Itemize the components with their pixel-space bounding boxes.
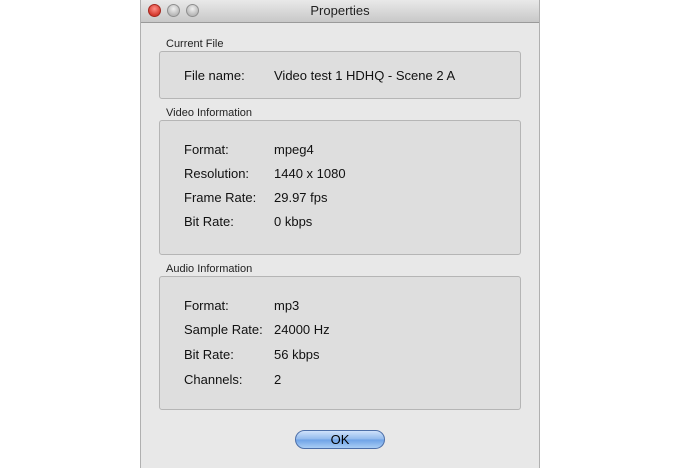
properties-window: Properties Current File File name: Video … [140, 0, 540, 468]
info-row: Frame Rate: 29.97 fps [184, 190, 328, 205]
info-row: File name: Video test 1 HDHQ - Scene 2 A [184, 68, 455, 83]
ok-button[interactable]: OK [295, 430, 385, 449]
info-row: Format: mpeg4 [184, 142, 314, 157]
current-file-group: File name: Video test 1 HDHQ - Scene 2 A [159, 51, 521, 99]
info-key: Bit Rate: [184, 214, 234, 229]
info-value: 1440 x 1080 [274, 166, 346, 181]
info-value: 2 [274, 372, 282, 387]
info-row: Format: mp3 [184, 298, 299, 313]
info-value: 29.97 fps [274, 190, 328, 205]
info-value: Video test 1 HDHQ - Scene 2 A [274, 68, 456, 83]
window-title: Properties [310, 3, 370, 18]
info-row: Resolution: 1440 x 1080 [184, 166, 346, 181]
info-value: 24000 Hz [274, 322, 330, 337]
current-file-label: Current File [166, 38, 224, 50]
info-key: File name: [184, 68, 245, 83]
audio-information-label: Audio Information [166, 263, 253, 275]
info-key: Sample Rate: [184, 322, 263, 337]
info-key: Format: [184, 142, 229, 157]
info-row: Sample Rate: 24000 Hz [184, 322, 330, 337]
info-row: Bit Rate: 0 kbps [184, 214, 312, 229]
video-information-label: Video Information [166, 107, 253, 119]
audio-information-group: Format: mp3 Sample Rate: 24000 Hz Bit Rate… [159, 276, 521, 410]
title-bar[interactable]: Properties [141, 0, 539, 23]
info-key: Channels: [184, 372, 243, 387]
info-value: mp3 [274, 298, 300, 313]
info-row: Bit Rate: 56 kbps [184, 347, 320, 362]
info-key: Frame Rate: [184, 190, 257, 205]
info-value: 0 kbps [274, 214, 313, 229]
info-key: Bit Rate: [184, 347, 234, 362]
info-row: Channels: 2 [184, 372, 281, 387]
video-information-group: Format: mpeg4 Resolution: 1440 x 1080 Fram… [159, 120, 521, 255]
info-key: Format: [184, 298, 229, 313]
info-value: mpeg4 [274, 142, 314, 157]
info-value: 56 kbps [274, 347, 320, 362]
info-key: Resolution: [184, 166, 250, 181]
